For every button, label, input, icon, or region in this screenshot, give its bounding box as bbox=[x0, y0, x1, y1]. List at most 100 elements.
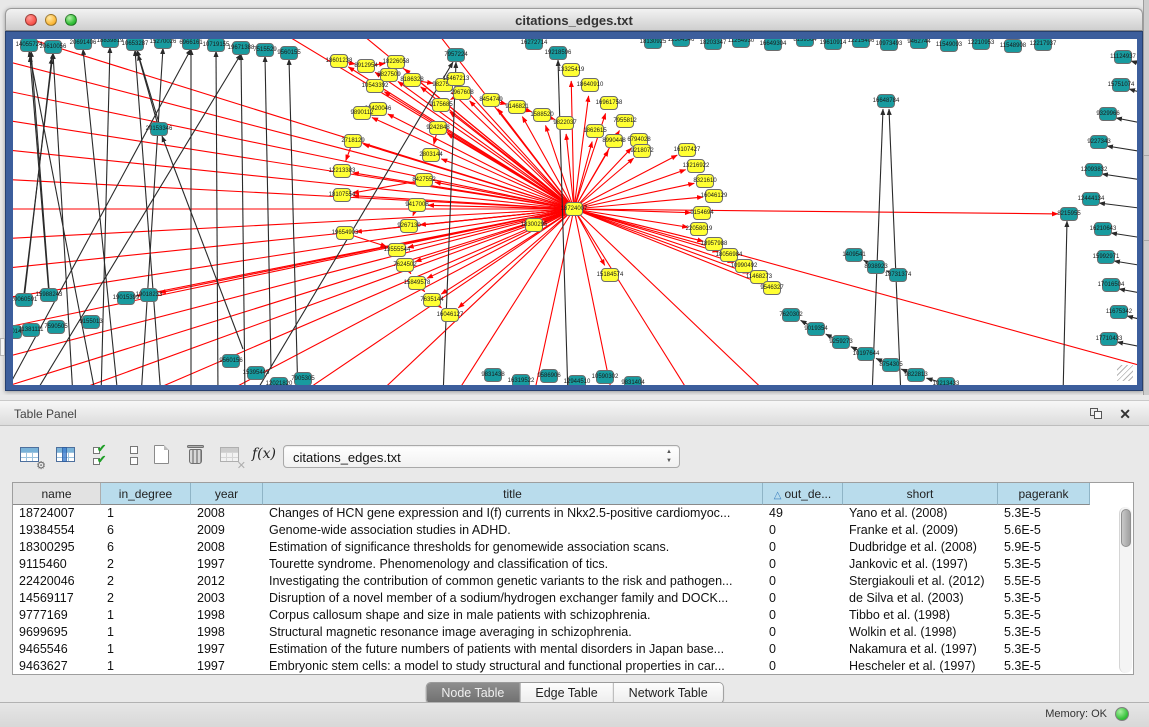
table-cell[interactable]: Tibbo et al. (1998) bbox=[843, 607, 998, 624]
node[interactable]: 16210643 bbox=[1094, 222, 1112, 236]
column-header-pagerank[interactable]: pagerank bbox=[998, 483, 1090, 505]
edge[interactable] bbox=[265, 56, 271, 369]
table-cell[interactable]: Tourette syndrome. Phenomenology and cla… bbox=[263, 556, 763, 573]
table-cell[interactable]: 1997 bbox=[191, 556, 263, 573]
node[interactable]: 11254930 bbox=[732, 39, 750, 48]
table-cell[interactable]: 1 bbox=[101, 641, 191, 658]
node[interactable]: 7905305 bbox=[294, 372, 312, 385]
show-columns-icon[interactable] bbox=[54, 443, 80, 469]
selected-node[interactable]: 7955812 bbox=[616, 114, 634, 128]
selected-node[interactable]: 12213383 bbox=[333, 164, 351, 178]
edge[interactable] bbox=[533, 209, 574, 385]
column-header-title[interactable]: title bbox=[263, 483, 763, 505]
edge[interactable] bbox=[404, 69, 574, 209]
node[interactable]: 10653287 bbox=[126, 39, 144, 51]
table-cell[interactable]: 1 bbox=[101, 658, 191, 674]
edge[interactable] bbox=[1129, 89, 1137, 99]
table-cell[interactable]: 1 bbox=[101, 624, 191, 641]
table-cell[interactable]: Structural magnetic resonance image aver… bbox=[263, 624, 763, 641]
table-cell[interactable]: Disruption of a novel member of a sodium… bbox=[263, 590, 763, 607]
selected-node[interactable]: 19654903 bbox=[336, 226, 354, 240]
table-vertical-scrollbar[interactable] bbox=[1119, 507, 1132, 673]
edge[interactable] bbox=[872, 109, 883, 385]
table-cell[interactable]: 0 bbox=[763, 590, 843, 607]
table-cell[interactable]: 1 bbox=[101, 607, 191, 624]
node[interactable]: 17710433 bbox=[1100, 332, 1118, 346]
node[interactable]: 19671388 bbox=[232, 41, 250, 55]
table-cell[interactable]: 1997 bbox=[191, 641, 263, 658]
selected-node[interactable]: 9242848 bbox=[429, 121, 447, 135]
node[interactable]: 12093832 bbox=[1085, 163, 1103, 177]
selected-node[interactable]: 18300295 bbox=[525, 218, 543, 232]
table-cell[interactable]: 1 bbox=[101, 505, 191, 522]
selected-node[interactable]: 9890112 bbox=[353, 106, 371, 120]
table-cell[interactable]: 22420046 bbox=[13, 573, 101, 590]
selected-node[interactable]: 9822037 bbox=[556, 116, 574, 130]
node[interactable]: 19015399 bbox=[117, 291, 135, 305]
node[interactable]: 10973493 bbox=[880, 39, 898, 51]
node[interactable]: 10590302 bbox=[596, 370, 614, 384]
network-view-window[interactable]: citations_edges.txt 18724007186012388912… bbox=[5, 8, 1143, 391]
node[interactable]: 9831438 bbox=[484, 368, 502, 382]
node[interactable]: 7620302 bbox=[782, 308, 800, 322]
column-header-out_de[interactable]: △out_de... bbox=[763, 483, 843, 505]
selected-node[interactable]: 1862615 bbox=[586, 124, 604, 138]
node[interactable]: 9259273 bbox=[832, 335, 850, 349]
new-table-icon[interactable] bbox=[150, 443, 176, 469]
node[interactable]: 11124937 bbox=[1114, 50, 1132, 64]
node[interactable]: 14055724 bbox=[20, 39, 38, 52]
node[interactable]: 9560156 bbox=[222, 354, 240, 368]
table-cell[interactable]: Franke et al. (2009) bbox=[843, 522, 998, 539]
table-cell[interactable]: Investigating the contribution of common… bbox=[263, 573, 763, 590]
table-row[interactable]: 911546021997Tourette syndrome. Phenomeno… bbox=[13, 556, 1133, 573]
edge[interactable] bbox=[1119, 289, 1137, 297]
table-cell[interactable]: Yano et al. (2008) bbox=[843, 505, 998, 522]
table-selector-dropdown[interactable]: citations_edges.txt ▲▼ bbox=[283, 445, 680, 468]
edge[interactable] bbox=[162, 136, 243, 349]
table-cell[interactable]: 5.9E-5 bbox=[998, 539, 1090, 556]
node[interactable]: 12021820 bbox=[270, 377, 288, 385]
table-cell[interactable]: 2003 bbox=[191, 590, 263, 607]
node[interactable]: 9227343 bbox=[1090, 135, 1108, 149]
table-cell[interactable]: 0 bbox=[763, 624, 843, 641]
edge[interactable] bbox=[574, 209, 703, 241]
node[interactable]: 12210953 bbox=[972, 39, 990, 50]
table-row[interactable]: 1456911722003Disruption of a novel membe… bbox=[13, 590, 1133, 607]
table-row[interactable]: 2242004622012Investigating the contribut… bbox=[13, 573, 1133, 590]
node[interactable]: 20691406 bbox=[74, 39, 92, 50]
node[interactable]: 11548908 bbox=[1004, 39, 1022, 53]
node[interactable]: 10213433 bbox=[937, 377, 955, 385]
table-cell[interactable]: 9115460 bbox=[13, 556, 101, 573]
node[interactable]: 8139564 bbox=[796, 39, 814, 47]
selected-node[interactable]: 9154694 bbox=[693, 206, 711, 220]
selected-node[interactable]: 2967608 bbox=[453, 86, 471, 100]
edge[interactable] bbox=[574, 96, 589, 209]
selected-node[interactable]: 15849578 bbox=[408, 276, 426, 290]
edge[interactable] bbox=[574, 170, 686, 209]
edge[interactable] bbox=[1114, 261, 1137, 269]
table-cell[interactable]: Nakamura et al. (1997) bbox=[843, 641, 998, 658]
node[interactable]: 9560155 bbox=[280, 46, 298, 60]
selected-node[interactable]: 8990448 bbox=[605, 134, 623, 148]
selected-node[interactable]: 13325419 bbox=[562, 63, 580, 77]
table-cell[interactable]: 0 bbox=[763, 573, 843, 590]
edge[interactable] bbox=[1102, 174, 1137, 183]
selected-node[interactable]: 15184574 bbox=[601, 268, 619, 282]
edge[interactable] bbox=[24, 53, 53, 294]
edge[interactable] bbox=[138, 55, 159, 129]
column-header-year[interactable]: year bbox=[191, 483, 263, 505]
table-row[interactable]: 969969511998Structural magnetic resonanc… bbox=[13, 624, 1133, 641]
table-cell[interactable]: 0 bbox=[763, 539, 843, 556]
table-cell[interactable]: 6 bbox=[101, 522, 191, 539]
node[interactable]: 6966161 bbox=[182, 39, 200, 50]
node[interactable]: 12504346 bbox=[672, 39, 690, 47]
node[interactable]: 11381111 bbox=[22, 323, 40, 337]
node[interactable]: 16648784 bbox=[877, 94, 895, 108]
node[interactable]: 1409541 bbox=[845, 248, 863, 262]
edge[interactable] bbox=[574, 183, 694, 209]
selected-node[interactable]: 8912954 bbox=[357, 59, 375, 73]
edge[interactable] bbox=[1063, 221, 1067, 385]
node[interactable]: 18839819 bbox=[101, 39, 119, 48]
edge[interactable] bbox=[574, 209, 613, 385]
edge[interactable] bbox=[30, 56, 49, 295]
